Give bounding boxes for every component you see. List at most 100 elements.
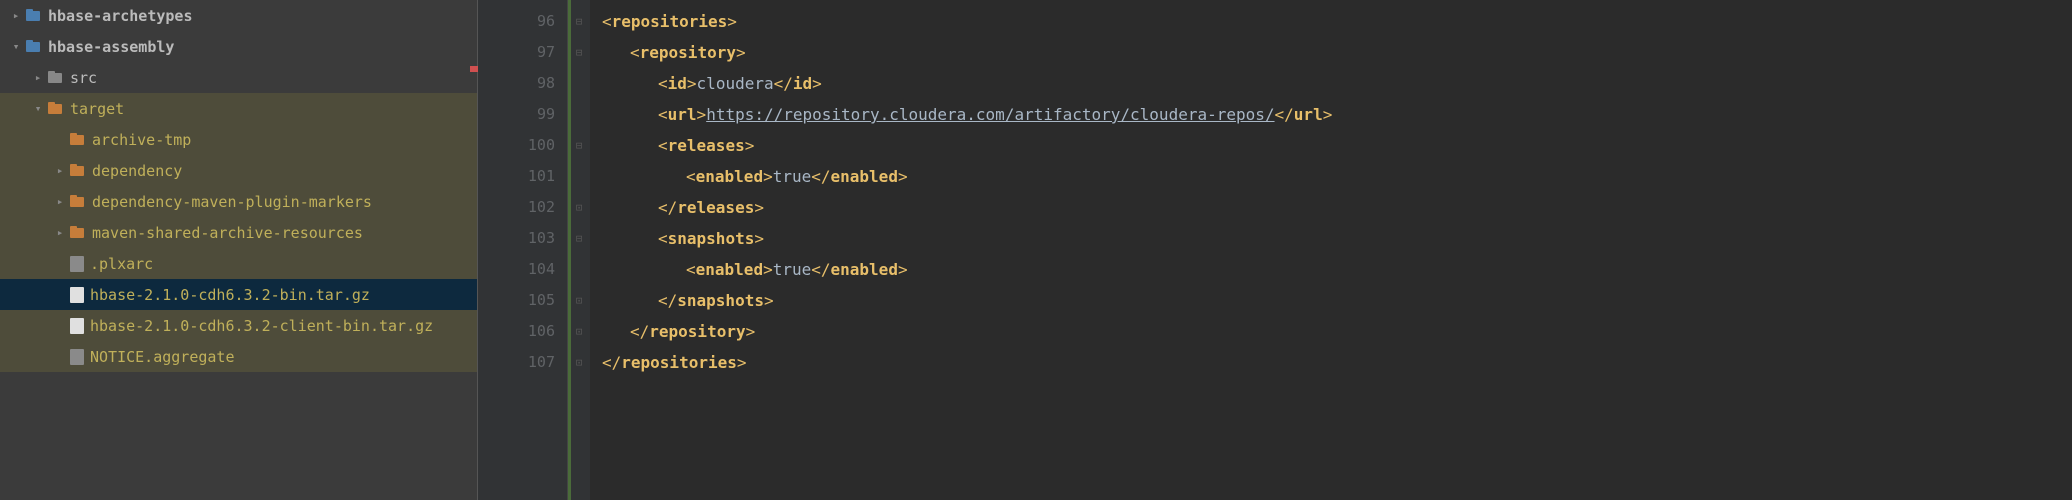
fold-marker[interactable]: ⊟	[568, 37, 590, 68]
tree-item-label: hbase-archetypes	[48, 7, 193, 25]
xml-tag: >	[736, 43, 746, 62]
tree-item[interactable]: ·.plxarc	[0, 248, 477, 279]
line-number-gutter: 96979899100101102103104105106107	[478, 0, 568, 500]
folder-icon	[70, 195, 86, 209]
xml-tag: >	[764, 291, 774, 310]
xml-tag: enabled	[831, 260, 898, 279]
line-number: 102	[478, 192, 555, 223]
tree-item[interactable]: ·NOTICE.aggregate	[0, 341, 477, 372]
xml-tag: repository	[649, 322, 745, 341]
xml-tag: >	[697, 105, 707, 124]
tree-item[interactable]: ▸ src	[0, 62, 477, 93]
module-folder-icon	[26, 9, 42, 23]
chevron-right-icon[interactable]: ▸	[8, 8, 24, 24]
line-number: 96	[478, 6, 555, 37]
chevron-right-icon[interactable]: ▸	[52, 194, 68, 210]
archive-file-icon	[70, 287, 84, 303]
code-line[interactable]: <url>https://repository.cloudera.com/art…	[602, 99, 2072, 130]
code-line[interactable]: </repositories>	[602, 347, 2072, 378]
code-text: true	[773, 167, 812, 186]
tree-item[interactable]: ▸ hbase-archetypes	[0, 0, 477, 31]
line-number: 103	[478, 223, 555, 254]
xml-tag: <	[602, 12, 612, 31]
line-number: 101	[478, 161, 555, 192]
xml-tag: <	[658, 74, 668, 93]
tree-item[interactable]: ▸ dependency	[0, 155, 477, 186]
module-folder-icon	[26, 40, 42, 54]
line-number: 106	[478, 316, 555, 347]
tree-item[interactable]: ▸maven-shared-archive-resources	[0, 217, 477, 248]
xml-tag: releases	[677, 198, 754, 217]
code-editor[interactable]: 96979899100101102103104105106107 ⊟⊟⊟⊡⊟⊡⊡…	[478, 0, 2072, 500]
code-line[interactable]: <repositories>	[602, 6, 2072, 37]
tree-item-label: archive-tmp	[92, 131, 191, 149]
code-line[interactable]: <releases>	[602, 130, 2072, 161]
xml-tag: >	[1323, 105, 1333, 124]
tree-item[interactable]: ·archive-tmp	[0, 124, 477, 155]
xml-tag: releases	[668, 136, 745, 155]
xml-tag: </	[774, 74, 793, 93]
tree-item[interactable]: ·hbase-2.1.0-cdh6.3.2-client-bin.tar.gz	[0, 310, 477, 341]
tree-item[interactable]: ▾ target	[0, 93, 477, 124]
text-file-icon	[70, 349, 84, 365]
folder-icon	[70, 226, 86, 240]
tree-item-label: dependency	[92, 162, 182, 180]
chevron-down-icon[interactable]: ▾	[8, 39, 24, 55]
tree-item[interactable]: ▾hbase-assembly	[0, 31, 477, 62]
xml-tag: <	[658, 136, 668, 155]
xml-tag: >	[754, 198, 764, 217]
line-number: 104	[478, 254, 555, 285]
fold-marker[interactable]: ⊡	[568, 347, 590, 378]
code-line[interactable]: <enabled>true</enabled>	[602, 254, 2072, 285]
xml-tag: enabled	[696, 167, 763, 186]
code-area[interactable]: <repositories><repository><id>cloudera</…	[590, 0, 2072, 500]
code-line[interactable]: </repository>	[602, 316, 2072, 347]
fold-marker[interactable]: ⊟	[568, 130, 590, 161]
xml-tag: <	[686, 260, 696, 279]
project-tree[interactable]: ▸ hbase-archetypes ▾hbase-assembly ▸ src ▾ tar…	[0, 0, 478, 500]
chevron-right-icon[interactable]: ▸	[30, 70, 46, 86]
line-number: 105	[478, 285, 555, 316]
fold-marker[interactable]: ⊟	[568, 6, 590, 37]
code-line[interactable]: <id>cloudera</id>	[602, 68, 2072, 99]
folder-icon	[70, 164, 86, 178]
line-number: 107	[478, 347, 555, 378]
tree-item[interactable]: ▸dependency-maven-plugin-markers	[0, 186, 477, 217]
fold-marker[interactable]: ⊟	[568, 223, 590, 254]
xml-tag: </	[658, 291, 677, 310]
tree-item-label: hbase-2.1.0-cdh6.3.2-client-bin.tar.gz	[90, 317, 433, 335]
tree-item-label: target	[70, 100, 124, 118]
folder-icon	[48, 102, 64, 116]
chevron-right-icon[interactable]: ▸	[52, 225, 68, 241]
xml-tag: enabled	[696, 260, 763, 279]
ide-window: ▸ hbase-archetypes ▾hbase-assembly ▸ src ▾ tar…	[0, 0, 2072, 500]
tree-item-label: .plxarc	[90, 255, 153, 273]
xml-tag: >	[746, 322, 756, 341]
fold-marker[interactable]: ⊡	[568, 192, 590, 223]
xml-tag: <	[658, 229, 668, 248]
fold-marker[interactable]: ⊡	[568, 285, 590, 316]
code-line[interactable]: <repository>	[602, 37, 2072, 68]
fold-column[interactable]: ⊟⊟⊟⊡⊟⊡⊡⊡	[568, 0, 590, 500]
url-link[interactable]: https://repository.cloudera.com/artifact…	[706, 105, 1274, 124]
fold-marker[interactable]: ⊡	[568, 316, 590, 347]
text-file-icon	[70, 256, 84, 272]
code-line[interactable]: <enabled>true</enabled>	[602, 161, 2072, 192]
xml-tag: id	[793, 74, 812, 93]
xml-tag: </	[658, 198, 677, 217]
chevron-right-icon[interactable]: ▸	[52, 163, 68, 179]
tree-item-label: src	[70, 69, 97, 87]
code-line[interactable]: </releases>	[602, 192, 2072, 223]
xml-tag: >	[754, 229, 764, 248]
code-line[interactable]: <snapshots>	[602, 223, 2072, 254]
chevron-down-icon[interactable]: ▾	[30, 101, 46, 117]
code-line[interactable]: </snapshots>	[602, 285, 2072, 316]
xml-tag: </	[811, 260, 830, 279]
tree-item-label: NOTICE.aggregate	[90, 348, 235, 366]
fold-marker	[568, 161, 590, 192]
xml-tag: </	[811, 167, 830, 186]
xml-tag: snapshots	[677, 291, 764, 310]
xml-tag: >	[763, 167, 773, 186]
tree-item[interactable]: ·hbase-2.1.0-cdh6.3.2-bin.tar.gz	[0, 279, 477, 310]
fold-marker	[568, 68, 590, 99]
